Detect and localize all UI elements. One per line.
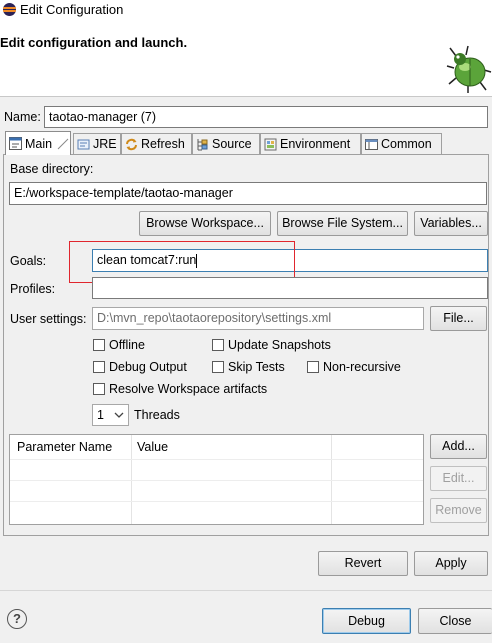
tab-label: Source [212,137,252,151]
file-button[interactable]: File... [430,306,487,331]
profiles-field[interactable] [92,277,488,299]
threads-label: Threads [134,408,180,422]
bug-icon [446,45,492,93]
footer-separator [0,590,492,591]
tab-label: Environment [280,137,351,151]
resolve-workspace-label: Resolve Workspace artifacts [109,382,268,396]
skip-tests-label: Skip Tests [228,360,285,374]
add-button[interactable]: Add... [430,434,487,459]
column-header-value: Value [137,440,169,454]
threads-select[interactable]: 1 [92,404,129,426]
update-snapshots-checkbox[interactable] [212,339,224,351]
base-directory-label: Base directory: [10,162,94,176]
debug-button[interactable]: Debug [322,608,411,634]
common-icon [365,138,378,150]
remove-button[interactable]: Remove [430,498,487,523]
help-icon[interactable]: ? [7,609,27,629]
refresh-icon [126,138,137,150]
chevron-down-icon [114,412,124,418]
goals-field[interactable]: clean tomcat7:run [92,249,488,272]
threads-value: 1 [97,408,104,422]
table-row-line [10,501,423,502]
maven-main-icon [9,137,22,150]
tab-jre[interactable]: JRE [73,133,121,154]
dialog-header: Edit configuration and launch. [0,20,492,97]
edit-button[interactable]: Edit... [430,466,487,491]
debug-output-checkbox[interactable] [93,361,105,373]
goals-label: Goals: [10,254,47,268]
skip-tests-checkbox[interactable] [212,361,224,373]
non-recursive-label: Non-recursive [323,360,401,374]
browse-workspace-button[interactable]: Browse Workspace... [139,211,271,236]
non-recursive-checkbox[interactable] [307,361,319,373]
base-directory-field[interactable]: E:/workspace-template/taotao-manager [9,182,487,205]
tab-close-icon [57,138,69,150]
tab-common[interactable]: Common [361,133,442,154]
browse-file-system-button[interactable]: Browse File System... [277,211,408,236]
dialog-heading: Edit configuration and launch. [0,35,188,50]
tab-label: Common [381,137,432,151]
user-settings-field[interactable]: D:\mvn_repo\taotaorepository\settings.xm… [92,307,424,330]
name-field[interactable]: taotao-manager (7) [44,106,488,128]
text-cursor [196,253,198,268]
window-title: Edit Configuration [20,2,124,17]
tab-label: JRE [93,137,117,151]
table-row-line [10,459,423,460]
column-header-parameter-name: Parameter Name [17,440,113,454]
update-snapshots-label: Update Snapshots [228,338,331,352]
table-row-line [10,480,423,481]
tab-label: Main [25,136,53,151]
offline-label: Offline [109,338,145,352]
environment-icon [264,138,277,150]
debug-output-label: Debug Output [109,360,187,374]
tab-environment[interactable]: Environment [260,133,361,154]
offline-checkbox[interactable] [93,339,105,351]
resolve-workspace-checkbox[interactable] [93,383,105,395]
name-label: Name: [4,110,41,124]
goals-value: clean tomcat7:run [97,253,197,267]
tab-source[interactable]: Source [192,133,260,154]
tab-main[interactable]: Main [5,131,71,155]
apply-button[interactable]: Apply [414,551,488,576]
tab-refresh[interactable]: Refresh [121,133,192,154]
title-bar: Edit Configuration [0,0,492,20]
eclipse-icon [3,3,16,16]
source-icon [197,138,208,150]
tab-label: Refresh [141,137,185,151]
revert-button[interactable]: Revert [318,551,408,576]
profiles-label: Profiles: [10,282,56,296]
variables-button[interactable]: Variables... [414,211,488,236]
parameter-table[interactable]: Parameter Name Value [9,434,424,525]
close-button[interactable]: Close [418,608,492,634]
user-settings-label: User settings: [10,312,87,326]
jre-icon [77,139,90,149]
